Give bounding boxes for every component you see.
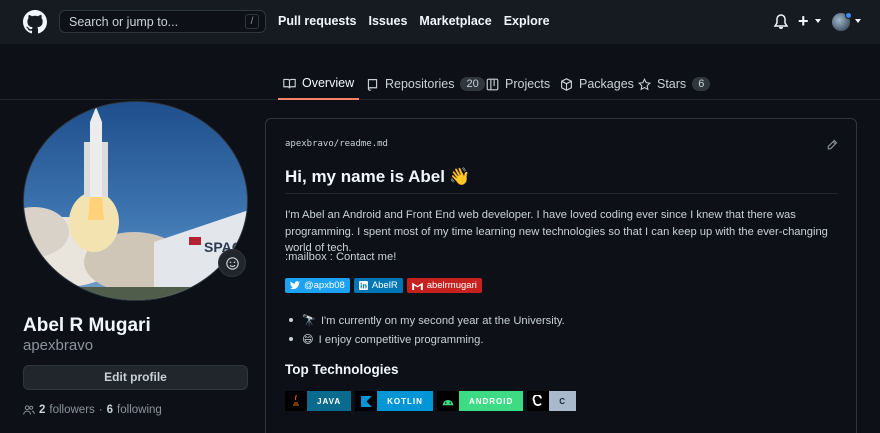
- nav-marketplace[interactable]: Marketplace: [419, 14, 491, 28]
- divider: [285, 193, 838, 194]
- breadcrumb-file[interactable]: readme.md: [339, 139, 388, 149]
- java-label: JAVA: [307, 391, 352, 411]
- repositories-count-badge: 20: [460, 77, 485, 91]
- chevron-down-icon: [855, 19, 861, 23]
- gmail-icon: [411, 282, 423, 290]
- edit-profile-button[interactable]: Edit profile: [23, 365, 248, 390]
- c-language-icon: [527, 391, 550, 411]
- tab-stars[interactable]: Stars 6: [638, 68, 711, 100]
- rocket-launch-image: SPAC: [24, 102, 247, 300]
- tab-overview[interactable]: Overview: [278, 68, 360, 100]
- separator: ·: [98, 404, 103, 416]
- smile-icon: 😄: [302, 334, 314, 346]
- tab-label: Packages: [579, 77, 634, 91]
- android-label: ANDROID: [458, 391, 524, 411]
- c-badge[interactable]: C: [527, 391, 577, 411]
- tech-heading: Top Technologies: [285, 362, 399, 377]
- profile-avatar: SPAC: [23, 101, 248, 301]
- breadcrumb: apexbravo/readme.md: [285, 139, 388, 149]
- android-icon: [436, 391, 459, 411]
- search-shortcut-key: /: [245, 14, 259, 29]
- linkedin-icon: [358, 281, 368, 290]
- android-badge[interactable]: ANDROID: [436, 391, 524, 411]
- set-status-button[interactable]: [218, 249, 246, 277]
- twitter-badge[interactable]: @apxb08: [285, 278, 350, 293]
- c-label: C: [549, 391, 577, 411]
- smiley-icon: [225, 256, 239, 270]
- list-item-text: I'm currently on my second year at the U…: [320, 314, 565, 327]
- global-nav: Pull requests Issues Marketplace Explore: [278, 14, 550, 28]
- tab-repositories[interactable]: Repositories 20: [366, 68, 485, 100]
- java-badge[interactable]: JAVA: [285, 391, 352, 411]
- following-count[interactable]: 6: [107, 404, 113, 416]
- gmail-handle: abelrmugari: [426, 280, 477, 291]
- profile-full-name: Abel R Mugari: [23, 315, 151, 336]
- social-badges: @apxb08 AbelR abelrmugari: [285, 278, 482, 293]
- tab-packages[interactable]: Packages: [560, 68, 634, 100]
- tech-badges: JAVA KOTLIN ANDROID C: [285, 391, 577, 411]
- bell-icon[interactable]: [773, 13, 789, 31]
- breadcrumb-owner[interactable]: apexbravo: [285, 139, 334, 149]
- nav-pull-requests[interactable]: Pull requests: [278, 14, 357, 28]
- kotlin-badge[interactable]: KOTLIN: [355, 391, 433, 411]
- stars-count-badge: 6: [692, 77, 711, 91]
- chevron-down-icon: [815, 19, 821, 23]
- project-icon: [486, 78, 499, 90]
- readme-heading-text: Hi, my name is Abel: [285, 167, 445, 186]
- list-item-text: I enjoy competitive programming.: [318, 333, 484, 346]
- package-icon: [561, 77, 572, 91]
- tab-label: Repositories: [385, 77, 455, 91]
- follow-stats: 2 followers · 6 following: [23, 404, 162, 416]
- kotlin-icon: [355, 391, 378, 411]
- kotlin-label: KOTLIN: [377, 391, 433, 411]
- contact-line: :mailbox : Contact me!: [285, 251, 397, 263]
- top-navigation-bar: Search or jump to... / Pull requests Iss…: [0, 0, 880, 44]
- create-new-button[interactable]: +: [798, 11, 809, 32]
- search-input[interactable]: Search or jump to... /: [59, 10, 266, 33]
- twitter-handle: @apxb08: [304, 280, 345, 291]
- tab-label: Stars: [657, 77, 687, 91]
- about-list: 🔭 I'm currently on my second year at the…: [289, 311, 565, 349]
- repo-icon: [367, 78, 378, 91]
- followers-count[interactable]: 2: [39, 404, 45, 416]
- list-item: 🔭 I'm currently on my second year at the…: [289, 311, 565, 330]
- linkedin-badge[interactable]: AbelR: [353, 278, 403, 293]
- telescope-icon: 🔭: [302, 315, 316, 327]
- star-icon: [638, 77, 651, 90]
- profile-tabs: Overview Repositories 20 Projects Packag…: [0, 62, 880, 100]
- java-icon: [285, 391, 307, 411]
- nav-issues[interactable]: Issues: [369, 14, 408, 28]
- nav-explore[interactable]: Explore: [504, 14, 550, 28]
- book-icon: [283, 78, 296, 88]
- readme-heading: Hi, my name is Abel 👋: [285, 167, 470, 187]
- list-item: 😄 I enjoy competitive programming.: [289, 330, 565, 349]
- linkedin-handle: AbelR: [371, 280, 398, 291]
- followers-label[interactable]: followers: [49, 404, 94, 416]
- tab-label: Projects: [505, 77, 551, 91]
- pencil-icon[interactable]: [826, 139, 838, 151]
- profile-readme-card: apexbravo/readme.md Hi, my name is Abel …: [265, 118, 857, 433]
- people-icon: [23, 405, 35, 415]
- gmail-badge[interactable]: abelrmugari: [406, 278, 482, 293]
- following-label[interactable]: following: [117, 404, 162, 416]
- twitter-icon: [290, 281, 300, 290]
- profile-username: apexbravo: [23, 337, 94, 354]
- readme-intro: I'm Abel an Android and Front End web de…: [285, 209, 828, 254]
- waving-hand-icon: 👋: [448, 167, 471, 186]
- tab-projects[interactable]: Projects: [486, 68, 550, 100]
- github-logo-icon[interactable]: [23, 10, 47, 34]
- status-dot-icon: [845, 12, 852, 19]
- tab-label: Overview: [302, 76, 355, 90]
- search-placeholder: Search or jump to...: [69, 15, 179, 29]
